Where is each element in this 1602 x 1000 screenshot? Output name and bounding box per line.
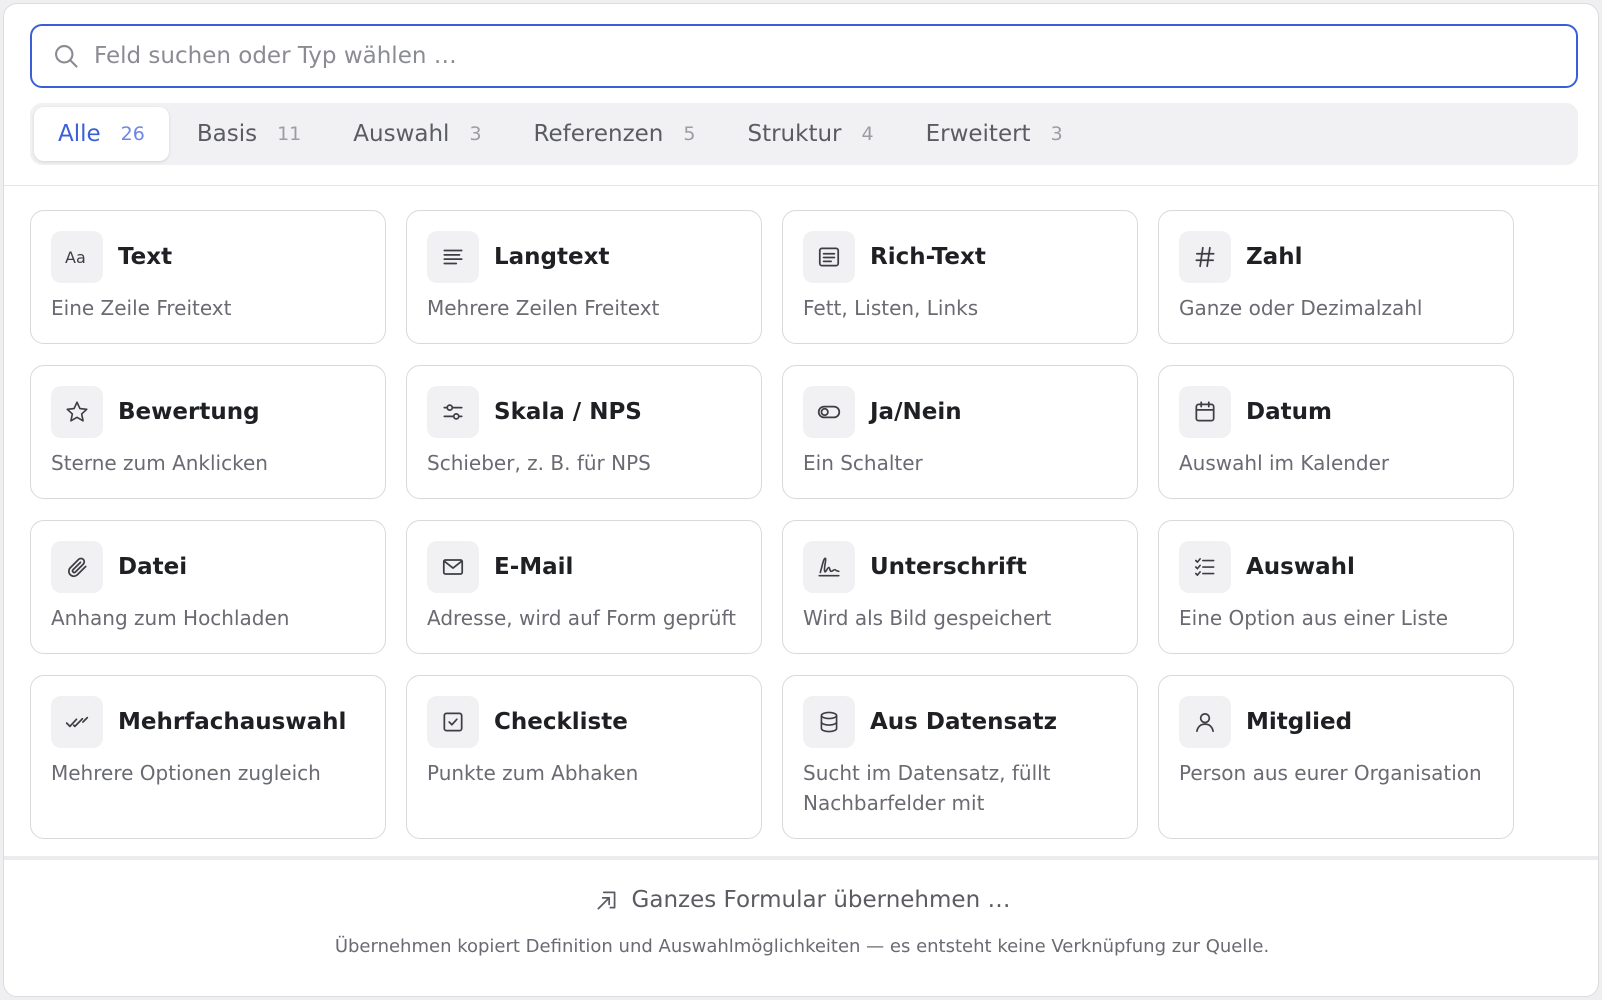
- tab-count: 26: [120, 123, 145, 145]
- field-card-langtext[interactable]: Langtext Mehrere Zeilen Freitext: [406, 210, 762, 344]
- field-description: Adresse, wird auf Form geprüft: [427, 606, 737, 630]
- tab-label: Struktur: [747, 121, 842, 147]
- field-description: Sucht im Datensatz, füllt Nachbarfelder …: [803, 761, 1051, 815]
- field-card-bewertung[interactable]: Bewertung Sterne zum Anklicken: [30, 365, 386, 499]
- tab-auswahl[interactable]: Auswahl 3: [329, 107, 505, 161]
- field-description: Anhang zum Hochladen: [51, 606, 290, 630]
- field-description: Eine Zeile Freitext: [51, 296, 232, 320]
- field-card-aus-datensatz[interactable]: Aus Datensatz Sucht im Datensatz, füllt …: [782, 675, 1138, 839]
- rich-text-icon: [803, 231, 855, 283]
- field-title: Zahl: [1246, 244, 1303, 270]
- hash-icon: [1179, 231, 1231, 283]
- tab-count: 3: [1050, 123, 1063, 145]
- tab-basis[interactable]: Basis 11: [173, 107, 325, 161]
- field-description: Ein Schalter: [803, 451, 923, 475]
- toggle-icon: [803, 386, 855, 438]
- field-description: Punkte zum Abhaken: [427, 761, 639, 785]
- field-description: Sterne zum Anklicken: [51, 451, 268, 475]
- field-description: Person aus eurer Organisation: [1179, 761, 1482, 785]
- field-card-rich-text[interactable]: Rich-Text Fett, Listen, Links: [782, 210, 1138, 344]
- category-tabs: Alle 26 Basis 11 Auswahl 3 Referenzen 5 …: [30, 103, 1578, 165]
- field-description: Fett, Listen, Links: [803, 296, 979, 320]
- tab-count: 11: [277, 123, 302, 145]
- field-description: Auswahl im Kalender: [1179, 451, 1390, 475]
- field-title: Checkliste: [494, 709, 628, 735]
- field-title: Datum: [1246, 399, 1332, 425]
- tab-count: 4: [861, 123, 874, 145]
- text-aa-icon: Aa: [51, 231, 103, 283]
- field-card-skala-nps[interactable]: Skala / NPS Schieber, z. B. für NPS: [406, 365, 762, 499]
- search-box[interactable]: [30, 24, 1578, 88]
- field-description: Schieber, z. B. für NPS: [427, 451, 651, 475]
- footer-note: Übernehmen kopiert Definition und Auswah…: [334, 936, 1270, 957]
- tab-struktur[interactable]: Struktur 4: [723, 107, 897, 161]
- field-card-datum[interactable]: Datum Auswahl im Kalender: [1158, 365, 1514, 499]
- divider: [4, 185, 1598, 186]
- tab-count: 5: [683, 123, 696, 145]
- signature-icon: [803, 541, 855, 593]
- field-card-text[interactable]: Aa Text Eine Zeile Freitext: [30, 210, 386, 344]
- field-description: Mehrere Optionen zugleich: [51, 761, 321, 785]
- field-description: Mehrere Zeilen Freitext: [427, 296, 660, 320]
- field-card-ja-nein[interactable]: Ja/Nein Ein Schalter: [782, 365, 1138, 499]
- double-check-icon: [51, 696, 103, 748]
- field-card-auswahl[interactable]: Auswahl Eine Option aus einer Liste: [1158, 520, 1514, 654]
- field-card-zahl[interactable]: Zahl Ganze oder Dezimalzahl: [1158, 210, 1514, 344]
- field-title: Unterschrift: [870, 554, 1027, 580]
- field-description: Ganze oder Dezimalzahl: [1179, 296, 1423, 320]
- lines-icon: [427, 231, 479, 283]
- tab-referenzen[interactable]: Referenzen 5: [510, 107, 720, 161]
- field-card-e-mail[interactable]: E-Mail Adresse, wird auf Form geprüft: [406, 520, 762, 654]
- paperclip-icon: [51, 541, 103, 593]
- list-check-icon: [1179, 541, 1231, 593]
- field-card-checkliste[interactable]: Checkliste Punkte zum Abhaken: [406, 675, 762, 839]
- field-title: Langtext: [494, 244, 610, 270]
- tab-erweitert[interactable]: Erweitert 3: [902, 107, 1087, 161]
- field-title: E-Mail: [494, 554, 574, 580]
- mail-icon: [427, 541, 479, 593]
- divider: [4, 856, 1598, 860]
- field-title: Ja/Nein: [870, 399, 962, 425]
- field-title: Aus Datensatz: [870, 709, 1058, 735]
- tab-alle[interactable]: Alle 26: [34, 107, 169, 161]
- field-title: Auswahl: [1246, 554, 1355, 580]
- field-title: Text: [118, 244, 173, 270]
- field-picker-panel: Alle 26 Basis 11 Auswahl 3 Referenzen 5 …: [3, 3, 1599, 997]
- search-icon: [55, 45, 78, 68]
- tab-label: Referenzen: [533, 121, 664, 147]
- field-title: Mehrfachauswahl: [118, 709, 347, 735]
- tab-label: Erweitert: [925, 121, 1031, 147]
- field-title: Rich-Text: [870, 244, 986, 270]
- svg-text:Aa: Aa: [65, 248, 86, 267]
- field-description: Wird als Bild gespeichert: [803, 606, 1052, 630]
- user-icon: [1179, 696, 1231, 748]
- tab-label: Alle: [58, 121, 101, 147]
- field-title: Skala / NPS: [494, 399, 642, 425]
- field-description: Eine Option aus einer Liste: [1179, 606, 1449, 630]
- tab-label: Basis: [196, 121, 258, 147]
- checkbox-icon: [427, 696, 479, 748]
- field-title: Datei: [118, 554, 188, 580]
- field-card-mitglied[interactable]: Mitglied Person aus eurer Organisation: [1158, 675, 1514, 839]
- star-icon: [51, 386, 103, 438]
- search-input[interactable]: [94, 43, 1494, 69]
- calendar-icon: [1179, 386, 1231, 438]
- import-form-button[interactable]: Ganzes Formular übernehmen …: [4, 880, 1598, 920]
- field-card-mehrfachauswahl[interactable]: Mehrfachauswahl Mehrere Optionen zugleic…: [30, 675, 386, 839]
- tab-count: 3: [469, 123, 482, 145]
- field-card-unterschrift[interactable]: Unterschrift Wird als Bild gespeichert: [782, 520, 1138, 654]
- field-title: Bewertung: [118, 399, 260, 425]
- tab-label: Auswahl: [353, 121, 450, 147]
- database-icon: [803, 696, 855, 748]
- field-type-grid: Aa Text Eine Zeile Freitext Langtext Meh…: [30, 210, 1514, 839]
- import-form-label: Ganzes Formular übernehmen …: [631, 887, 1011, 913]
- field-card-datei[interactable]: Datei Anhang zum Hochladen: [30, 520, 386, 654]
- field-title: Mitglied: [1246, 709, 1353, 735]
- sliders-icon: [427, 386, 479, 438]
- import-icon: [597, 891, 615, 910]
